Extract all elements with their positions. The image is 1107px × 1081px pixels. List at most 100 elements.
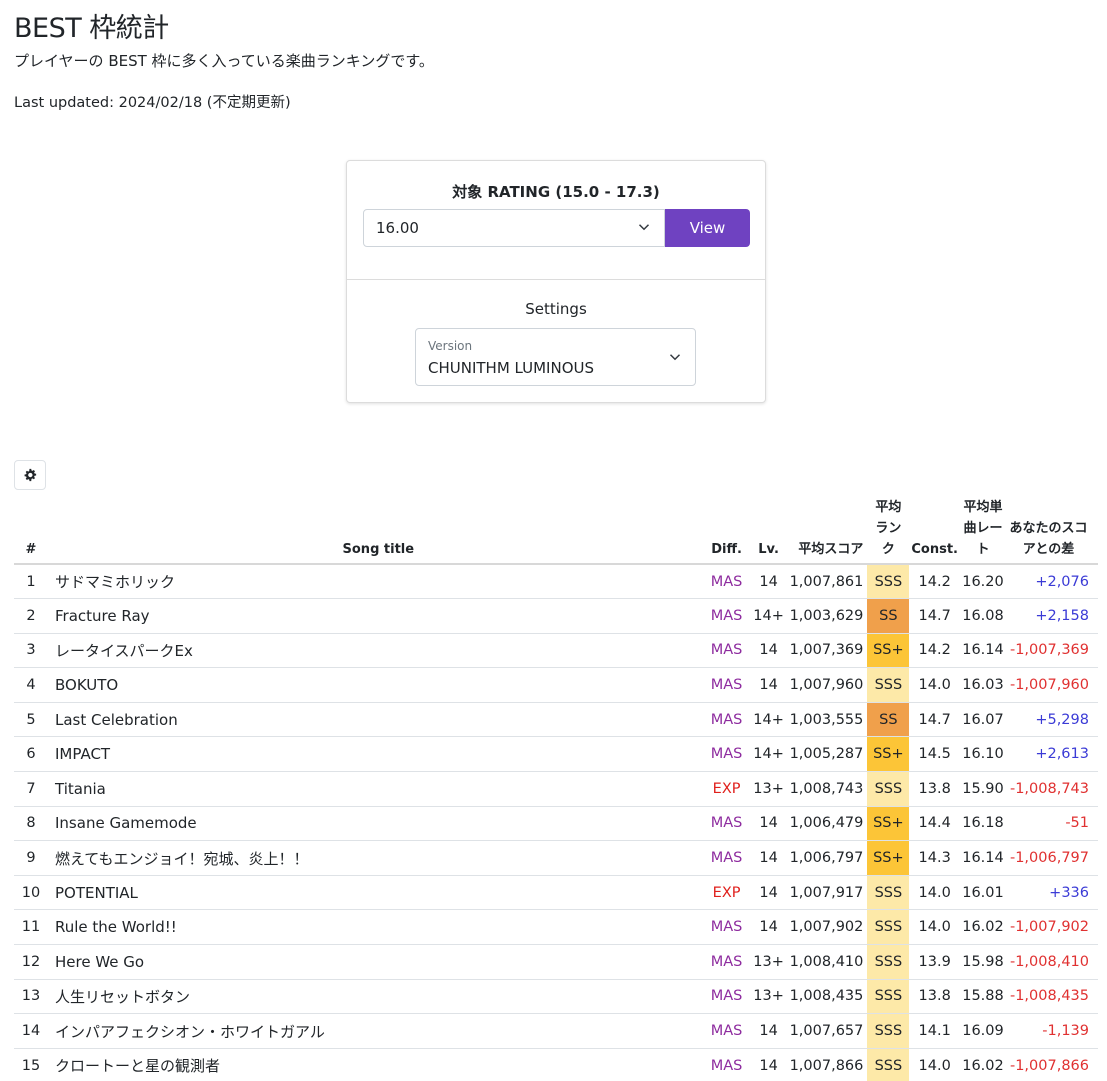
average-rate: 16.01: [960, 875, 1006, 911]
header-avg-rank[interactable]: 平均ランク: [867, 496, 910, 565]
row-number: 12: [14, 944, 48, 980]
average-rank-badge: SSS: [867, 564, 910, 600]
score-difference: -1,008,743: [1006, 771, 1098, 807]
header-lv[interactable]: Lv.: [749, 496, 788, 565]
difficulty: EXP: [703, 875, 750, 911]
row-number: 9: [14, 840, 48, 876]
average-rank-badge: SSS: [867, 979, 910, 1015]
score-difference: -1,007,866: [1006, 1048, 1098, 1081]
chart-constant: 14.2: [909, 633, 960, 669]
average-rate: 16.09: [960, 1013, 1006, 1049]
difficulty: MAS: [703, 909, 750, 946]
song-title[interactable]: Fracture Ray: [48, 598, 704, 634]
average-score: 1,007,369: [787, 633, 868, 669]
table-row: 4 BOKUTO MAS 14 1,007,960 SSS 14.0 16.03 -1,007,…: [14, 667, 1098, 703]
card-divider: [347, 279, 765, 280]
rating-card: 対象 RATING (15.0 - 17.3) 16.00 View Setti…: [346, 160, 766, 403]
header-avg-score[interactable]: 平均スコア: [787, 496, 868, 565]
song-title[interactable]: Last Celebration: [48, 702, 704, 738]
average-rate: 16.08: [960, 598, 1006, 634]
average-rank-badge: SSS: [867, 771, 910, 807]
rating-select[interactable]: 16.00: [363, 209, 665, 247]
table-row: 3 レータイスパークEx MAS 14 1,007,369 SS+ 14.2 16.14 -1,…: [14, 633, 1098, 669]
average-rank-badge: SS+: [867, 736, 910, 773]
score-difference: -1,007,369: [1006, 633, 1098, 669]
song-title[interactable]: Here We Go: [48, 944, 704, 980]
average-rank-badge: SSS: [867, 1013, 910, 1049]
difficulty: MAS: [703, 1048, 750, 1081]
score-difference: -51: [1006, 806, 1098, 842]
row-number: 4: [14, 667, 48, 703]
table-row: 5 Last Celebration MAS 14+ 1,003,555 SS 14.7 16…: [14, 702, 1098, 738]
header-song-title[interactable]: Song title: [48, 496, 704, 565]
level: 14: [749, 806, 788, 842]
average-rate: 16.14: [960, 633, 1006, 669]
average-score: 1,008,435: [787, 979, 868, 1015]
song-title[interactable]: レータイスパークEx: [48, 633, 704, 669]
header-diff[interactable]: Diff.: [703, 496, 750, 565]
chart-constant: 14.2: [909, 564, 960, 600]
average-rate: 16.10: [960, 736, 1006, 773]
level: 14: [749, 1013, 788, 1049]
difficulty: EXP: [703, 771, 750, 807]
level: 14: [749, 909, 788, 946]
header-your-diff[interactable]: あなたのスコアとの差: [1006, 496, 1098, 565]
table-settings-button[interactable]: [14, 460, 46, 490]
difficulty: MAS: [703, 736, 750, 773]
row-number: 8: [14, 806, 48, 842]
table-body: 1 サドマミホリック MAS 14 1,007,861 SSS 14.2 16.20 +2,07…: [14, 564, 1098, 1081]
average-rank-badge: SS+: [867, 840, 910, 876]
song-title[interactable]: BOKUTO: [48, 667, 704, 703]
table-row: 2 Fracture Ray MAS 14+ 1,003,629 SS 14.7 16.08 +…: [14, 598, 1098, 634]
song-title[interactable]: Insane Gamemode: [48, 806, 704, 842]
chart-constant: 14.0: [909, 875, 960, 911]
level: 14: [749, 667, 788, 703]
difficulty: MAS: [703, 667, 750, 703]
average-rate: 15.90: [960, 771, 1006, 807]
view-button[interactable]: View: [665, 209, 750, 247]
song-title[interactable]: 人生リセットボタン: [48, 979, 704, 1015]
song-title[interactable]: クロートーと星の観測者: [48, 1048, 704, 1081]
song-title[interactable]: サドマミホリック: [48, 564, 704, 600]
table-row: 8 Insane Gamemode MAS 14 1,006,479 SS+ 14.4 16.…: [14, 806, 1098, 842]
average-rank-badge: SSS: [867, 944, 910, 980]
song-title[interactable]: Titania: [48, 771, 704, 807]
row-number: 2: [14, 598, 48, 634]
score-difference: -1,139: [1006, 1013, 1098, 1049]
average-score: 1,006,797: [787, 840, 868, 876]
header-avg-rate[interactable]: 平均単曲レート: [960, 496, 1006, 565]
chart-constant: 13.8: [909, 979, 960, 1015]
page-description: プレイヤーの BEST 枠に多く入っている楽曲ランキングです。: [14, 52, 434, 70]
average-rate: 16.20: [960, 564, 1006, 600]
version-select[interactable]: Version CHUNITHM LUMINOUS: [415, 328, 696, 386]
average-score: 1,007,861: [787, 564, 868, 600]
header-const[interactable]: Const.: [909, 496, 960, 565]
level: 14: [749, 1048, 788, 1081]
average-score: 1,007,960: [787, 667, 868, 703]
gear-icon: [24, 468, 37, 482]
header-no[interactable]: #: [14, 496, 48, 565]
average-score: 1,008,410: [787, 944, 868, 980]
chart-constant: 14.5: [909, 736, 960, 773]
chart-constant: 14.7: [909, 598, 960, 634]
table-header-row: # Song title Diff. Lv. 平均スコア 平均ランク Const…: [14, 496, 1098, 565]
chart-constant: 14.7: [909, 702, 960, 738]
rating-card-title: 対象 RATING (15.0 - 17.3): [452, 183, 660, 201]
level: 13+: [749, 771, 788, 807]
song-title[interactable]: IMPACT: [48, 736, 704, 773]
level: 14+: [749, 702, 788, 738]
chart-constant: 13.9: [909, 944, 960, 980]
table-row: 10 POTENTIAL EXP 14 1,007,917 SSS 14.0 16.01 +33…: [14, 875, 1098, 911]
song-title[interactable]: POTENTIAL: [48, 875, 704, 911]
chart-constant: 14.0: [909, 1048, 960, 1081]
average-rate: 16.18: [960, 806, 1006, 842]
rating-select-value: 16.00: [376, 219, 419, 237]
song-title[interactable]: インパアフェクシオン・ホワイトガアル: [48, 1013, 704, 1049]
average-rate: 16.03: [960, 667, 1006, 703]
song-title[interactable]: 燃えてもエンジョイ！宛城、炎上！！: [48, 840, 704, 876]
difficulty: MAS: [703, 633, 750, 669]
average-rank-badge: SS+: [867, 806, 910, 842]
row-number: 6: [14, 736, 48, 773]
song-title[interactable]: Rule the World!!: [48, 909, 704, 946]
table-row: 12 Here We Go MAS 13+ 1,008,410 SSS 13.9 15.98-…: [14, 944, 1098, 980]
